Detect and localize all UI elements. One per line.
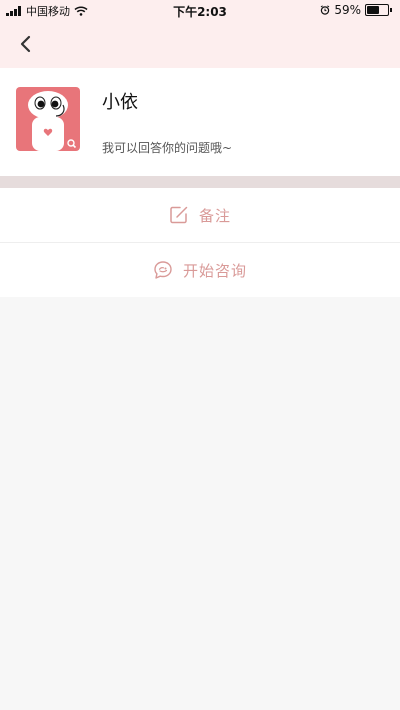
- edit-note-icon: [170, 206, 188, 224]
- profile-card: 小依 我可以回答你的问题哦~: [0, 68, 400, 176]
- alarm-icon: [321, 5, 330, 15]
- start-consult-button[interactable]: 开始咨询: [0, 243, 400, 297]
- battery-cap: [390, 8, 392, 12]
- nav-bar: [0, 20, 400, 68]
- chevron-left-icon[interactable]: [14, 32, 38, 56]
- robot-avatar-icon: [16, 87, 80, 151]
- content-empty-area: [0, 297, 400, 710]
- profile-name: 小依: [102, 92, 138, 113]
- status-right: 59%: [320, 3, 392, 17]
- section-divider: [0, 176, 400, 188]
- profile-description: 我可以回答你的问题哦~: [102, 141, 233, 155]
- chat-bubble-icon: [154, 261, 172, 279]
- avatar: [16, 87, 80, 151]
- note-button[interactable]: 备注: [0, 188, 400, 243]
- battery-icon: [365, 4, 389, 16]
- battery-percent: 59%: [334, 3, 361, 17]
- status-bar: 中国移动 下午2:03 59%: [0, 0, 400, 20]
- note-button-label: 备注: [198, 206, 231, 225]
- battery-fill: [367, 6, 379, 14]
- start-consult-label: 开始咨询: [182, 261, 247, 280]
